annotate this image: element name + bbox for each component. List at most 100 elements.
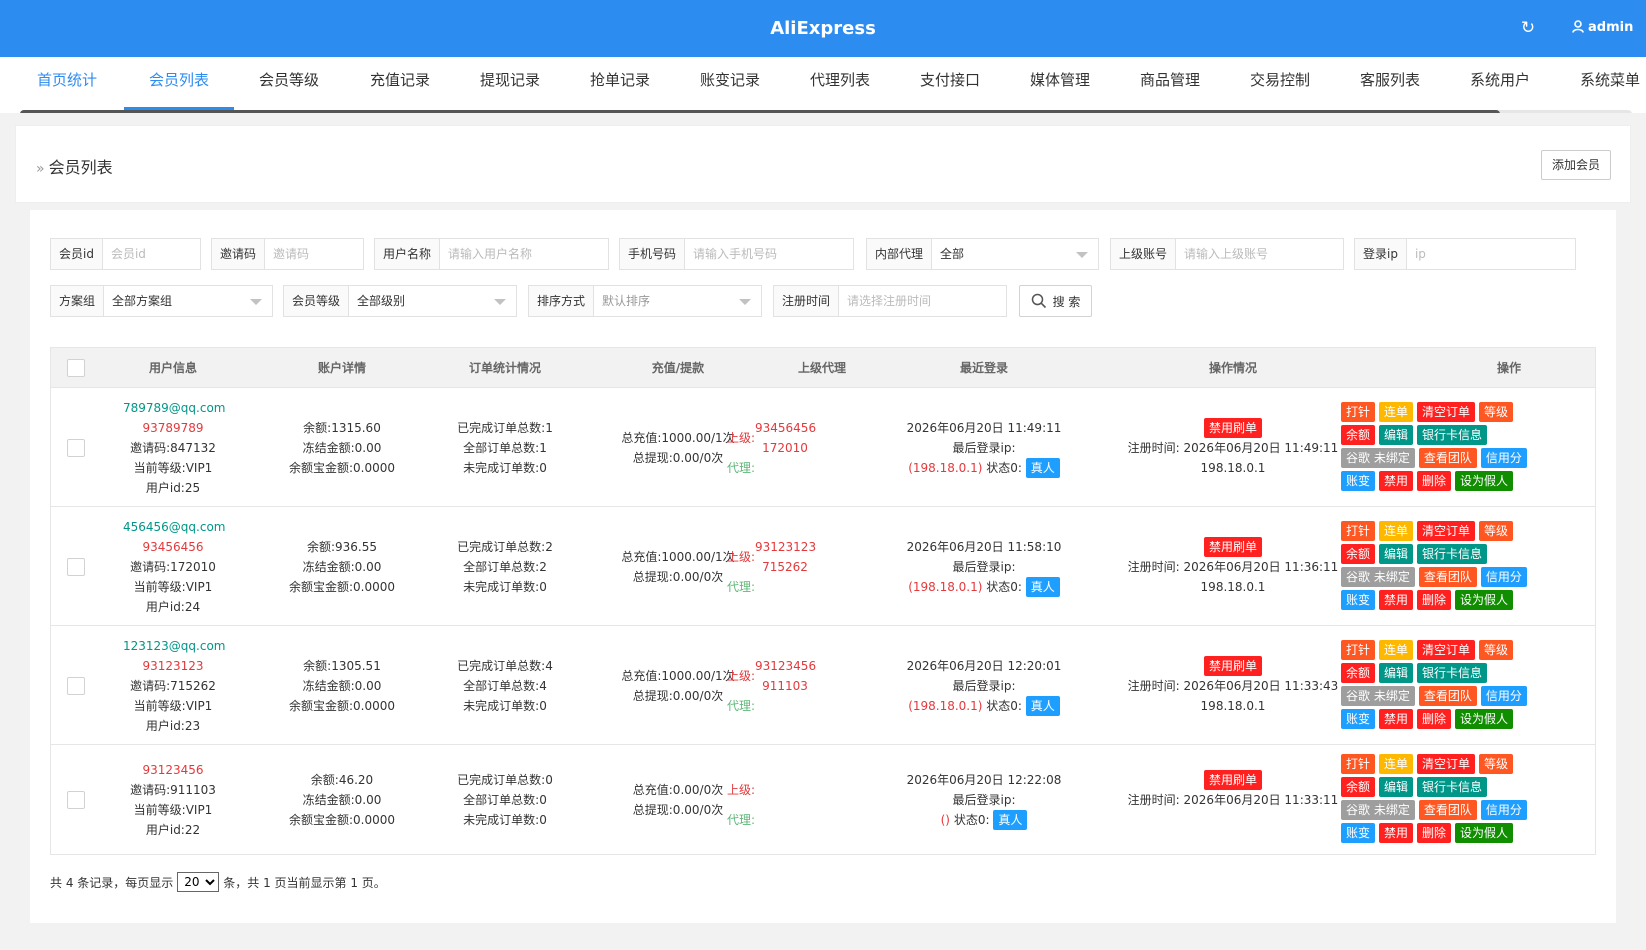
sort-select[interactable]: 默认排序	[594, 286, 761, 316]
member-id-input[interactable]	[102, 239, 200, 269]
tab-member-list[interactable]: 会员列表	[124, 57, 234, 110]
set-fake-button[interactable]: 设为假人	[1455, 470, 1514, 491]
real-person-badge[interactable]: 真人	[1025, 457, 1060, 478]
clear-orders-button[interactable]: 清空订单	[1417, 401, 1476, 422]
view-team-button[interactable]: 查看团队	[1418, 447, 1477, 468]
balance-button[interactable]: 余额	[1341, 662, 1376, 683]
bank-card-button[interactable]: 银行卡信息	[1417, 776, 1488, 797]
real-person-badge[interactable]: 真人	[1025, 576, 1060, 597]
inject-button[interactable]: 打针	[1341, 401, 1376, 422]
username-input[interactable]	[440, 239, 608, 269]
tab-member-level[interactable]: 会员等级	[234, 57, 344, 109]
disable-grab-button[interactable]: 禁用刷单	[1203, 655, 1262, 676]
disable-button[interactable]: 禁用	[1379, 822, 1414, 843]
row-checkbox[interactable]	[67, 790, 85, 809]
balance-button[interactable]: 余额	[1341, 543, 1376, 564]
set-fake-button[interactable]: 设为假人	[1455, 589, 1514, 610]
delete-button[interactable]: 删除	[1417, 470, 1452, 491]
balance-change-button[interactable]: 账变	[1341, 589, 1376, 610]
google-unbound-button[interactable]: 谷歌 未绑定	[1341, 799, 1415, 820]
tab-recharge-records[interactable]: 充值记录	[345, 57, 455, 109]
bank-card-button[interactable]: 银行卡信息	[1417, 424, 1488, 445]
delete-button[interactable]: 删除	[1417, 822, 1452, 843]
chain-order-button[interactable]: 连单	[1379, 401, 1414, 422]
balance-change-button[interactable]: 账变	[1341, 470, 1376, 491]
disable-button[interactable]: 禁用	[1379, 470, 1414, 491]
invite-code-input[interactable]	[265, 239, 363, 269]
delete-button[interactable]: 删除	[1417, 589, 1452, 610]
credit-score-button[interactable]: 信用分	[1480, 447, 1527, 468]
view-team-button[interactable]: 查看团队	[1418, 685, 1477, 706]
set-fake-button[interactable]: 设为假人	[1455, 708, 1514, 729]
user-email[interactable]: 123123@qq.com	[123, 636, 226, 656]
disable-grab-button[interactable]: 禁用刷单	[1203, 417, 1262, 438]
chain-order-button[interactable]: 连单	[1379, 639, 1414, 660]
tab-balance-change[interactable]: 账变记录	[675, 57, 785, 109]
row-checkbox[interactable]	[67, 438, 85, 457]
select-all-checkbox[interactable]	[67, 359, 85, 377]
row-checkbox[interactable]	[67, 676, 85, 695]
balance-button[interactable]: 余额	[1341, 776, 1376, 797]
user-email[interactable]: 456456@qq.com	[123, 517, 226, 537]
google-unbound-button[interactable]: 谷歌 未绑定	[1341, 685, 1415, 706]
login-ip-input[interactable]	[1406, 239, 1575, 269]
set-fake-button[interactable]: 设为假人	[1455, 822, 1514, 843]
tab-trade-control[interactable]: 交易控制	[1225, 57, 1335, 109]
tab-home-stats[interactable]: 首页统计	[12, 57, 122, 109]
balance-button[interactable]: 余额	[1341, 424, 1376, 445]
real-person-badge[interactable]: 真人	[993, 809, 1028, 830]
edit-button[interactable]: 编辑	[1379, 543, 1414, 564]
balance-change-button[interactable]: 账变	[1341, 708, 1376, 729]
clear-orders-button[interactable]: 清空订单	[1417, 639, 1476, 660]
google-unbound-button[interactable]: 谷歌 未绑定	[1341, 447, 1415, 468]
reg-time-input[interactable]	[839, 286, 1006, 316]
page-size-select[interactable]: 20	[177, 872, 220, 892]
plan-group-select[interactable]: 全部方案组	[104, 286, 272, 316]
real-person-badge[interactable]: 真人	[1025, 695, 1060, 716]
nav-scrollbar-thumb[interactable]	[20, 110, 1500, 113]
level-button[interactable]: 等级	[1479, 639, 1514, 660]
view-team-button[interactable]: 查看团队	[1418, 799, 1477, 820]
tab-goods-manage[interactable]: 商品管理	[1115, 57, 1225, 109]
tab-payment-api[interactable]: 支付接口	[895, 57, 1005, 109]
view-team-button[interactable]: 查看团队	[1418, 566, 1477, 587]
disable-button[interactable]: 禁用	[1379, 708, 1414, 729]
parent-account-input[interactable]	[1176, 239, 1343, 269]
add-member-button[interactable]: 添加会员	[1541, 150, 1611, 180]
credit-score-button[interactable]: 信用分	[1480, 685, 1527, 706]
bank-card-button[interactable]: 银行卡信息	[1417, 543, 1488, 564]
chain-order-button[interactable]: 连单	[1379, 520, 1414, 541]
inject-button[interactable]: 打针	[1341, 520, 1376, 541]
disable-button[interactable]: 禁用	[1379, 589, 1414, 610]
edit-button[interactable]: 编辑	[1379, 776, 1414, 797]
edit-button[interactable]: 编辑	[1379, 662, 1414, 683]
level-button[interactable]: 等级	[1479, 753, 1514, 774]
tab-system-users[interactable]: 系统用户	[1445, 57, 1555, 109]
row-checkbox[interactable]	[67, 557, 85, 576]
tab-grab-records[interactable]: 抢单记录	[565, 57, 675, 109]
level-button[interactable]: 等级	[1479, 520, 1514, 541]
delete-button[interactable]: 删除	[1417, 708, 1452, 729]
disable-grab-button[interactable]: 禁用刷单	[1203, 536, 1262, 557]
refresh-icon[interactable]: ↻	[1518, 18, 1538, 38]
member-level-select[interactable]: 全部级别	[349, 286, 516, 316]
user-menu[interactable]: admin	[1572, 18, 1633, 38]
clear-orders-button[interactable]: 清空订单	[1417, 753, 1476, 774]
tab-service-list[interactable]: 客服列表	[1335, 57, 1445, 109]
credit-score-button[interactable]: 信用分	[1480, 566, 1527, 587]
tab-system-menu[interactable]: 系统菜单	[1555, 57, 1646, 109]
balance-change-button[interactable]: 账变	[1341, 822, 1376, 843]
phone-input[interactable]	[685, 239, 853, 269]
clear-orders-button[interactable]: 清空订单	[1417, 520, 1476, 541]
tab-withdraw-records[interactable]: 提现记录	[455, 57, 565, 109]
bank-card-button[interactable]: 银行卡信息	[1417, 662, 1488, 683]
search-button[interactable]: 搜 索	[1019, 285, 1092, 317]
user-email[interactable]: 789789@qq.com	[123, 398, 226, 418]
inject-button[interactable]: 打针	[1341, 753, 1376, 774]
tab-agent-list[interactable]: 代理列表	[785, 57, 895, 109]
inject-button[interactable]: 打针	[1341, 639, 1376, 660]
tab-media-manage[interactable]: 媒体管理	[1005, 57, 1115, 109]
level-button[interactable]: 等级	[1479, 401, 1514, 422]
disable-grab-button[interactable]: 禁用刷单	[1203, 769, 1262, 790]
google-unbound-button[interactable]: 谷歌 未绑定	[1341, 566, 1415, 587]
